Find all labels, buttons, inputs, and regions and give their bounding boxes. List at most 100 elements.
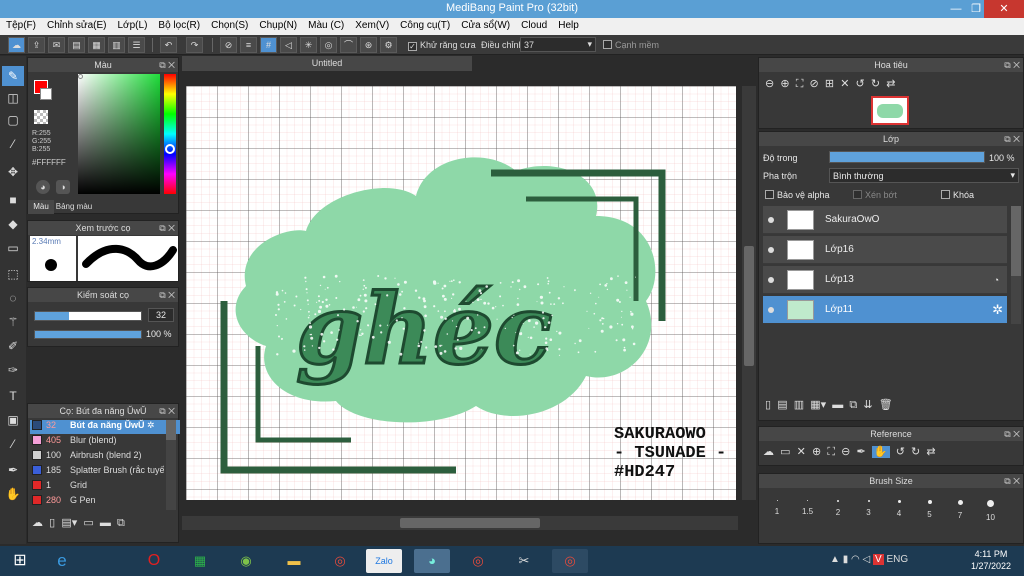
panel-close-icon[interactable]: ⧉ ✕ [1004, 474, 1020, 488]
saturation-value-picker[interactable] [78, 74, 160, 194]
panel-close-icon[interactable]: ⧉ ✕ [159, 288, 175, 302]
redo-icon[interactable]: ↷ [186, 37, 203, 53]
internet-explorer-icon[interactable]: e [44, 549, 80, 573]
gear-icon[interactable]: ✲ [992, 302, 1003, 318]
list-icon[interactable]: ☰ [128, 37, 145, 53]
visibility-icon[interactable] [768, 217, 774, 223]
horizontal-scrollbar[interactable] [182, 516, 738, 530]
select-rect-icon[interactable]: ⬚ [2, 264, 24, 284]
duplicate-icon[interactable]: ⧉ [117, 517, 125, 529]
grid-snap-icon[interactable]: # [260, 37, 277, 53]
fit-icon[interactable]: ⛶ [796, 78, 804, 90]
soft-edge-toggle[interactable]: Cạnh mềm [603, 40, 659, 50]
snipping-tool-icon[interactable]: ✂ [506, 549, 542, 573]
flip-icon[interactable]: ⇄ [886, 78, 895, 90]
brush-list-scrollbar[interactable] [166, 420, 176, 510]
size-value[interactable]: 32 [148, 308, 174, 322]
tray-arrow-icon[interactable]: ▲ [830, 554, 840, 565]
brush-tool-icon[interactable]: ✎ [2, 66, 24, 86]
coccoc-icon[interactable]: ◉ [228, 549, 264, 573]
vertical-scroll-thumb[interactable] [744, 246, 754, 366]
opacity-slider[interactable] [34, 330, 142, 339]
panel-close-icon[interactable]: ⧉ ✕ [159, 404, 175, 418]
drawing-canvas[interactable]: ghéc SAKURAOWO - TSUNADE - #HD247 [186, 86, 736, 500]
background-color-swatch[interactable] [40, 88, 52, 100]
windows-start-icon[interactable]: ⊞ [2, 549, 38, 573]
zalo-icon[interactable]: Zalo [366, 549, 402, 573]
open-folder-icon[interactable]: ▭ [780, 446, 790, 458]
shrink-icon[interactable]: ✕ [840, 78, 849, 90]
brush-item[interactable]: 280 G Pen [30, 495, 180, 509]
brush-size-option[interactable]: 7 [945, 494, 975, 532]
chrome-icon[interactable]: ◎ [322, 549, 358, 573]
rotate-left-icon[interactable]: ↺ [856, 78, 865, 90]
grid-view-icon[interactable]: ▥ [108, 37, 125, 53]
radial-snap-icon[interactable]: ◁ [280, 37, 297, 53]
gradient-tool-icon[interactable]: ▭ [2, 238, 24, 258]
close-icon[interactable]: ✕ [797, 446, 806, 458]
dropper-icon[interactable]: ✒ [2, 460, 24, 480]
brush-size-option[interactable]: 1 [762, 494, 792, 532]
panel-close-icon[interactable]: ⧉ ✕ [1004, 132, 1020, 146]
hand-icon[interactable]: ✋ [871, 446, 890, 458]
edit-brush-icon[interactable]: ▭ [83, 517, 93, 529]
new-layer-icon[interactable]: ▯ [765, 399, 771, 411]
delete-layer-icon[interactable]: 🗑 [879, 399, 893, 411]
cloud-brush-icon[interactable]: ☁ [32, 517, 43, 529]
protect-alpha-toggle[interactable]: Bảo vệ alpha [765, 190, 830, 200]
rectangle-tool-icon[interactable]: ▢ [2, 110, 24, 130]
close-button[interactable]: ✕ [984, 0, 1024, 18]
opera-icon[interactable]: O [136, 549, 172, 573]
palette-icon[interactable]: ◕ [36, 180, 50, 194]
menu-layer[interactable]: Lớp(L) [112, 18, 153, 31]
antialias-toggle[interactable]: ✓ Khử răng cưa [408, 40, 476, 51]
settings-icon[interactable]: ⚙ [380, 37, 397, 53]
gear-icon[interactable]: ✲ [147, 420, 155, 430]
color-wheel-icon[interactable]: ◑ [56, 180, 70, 194]
soft-edge-checkbox[interactable] [603, 40, 612, 49]
vanish-snap-icon[interactable]: ⊛ [360, 37, 377, 53]
menu-view[interactable]: Xem(V) [349, 18, 394, 31]
transparent-swatch[interactable] [34, 110, 48, 124]
adjust-dropdown[interactable]: 37 ▾ [520, 37, 596, 52]
layer-row[interactable]: Lớp13 ◔ [763, 266, 1007, 294]
menu-cloud[interactable]: Cloud [515, 18, 552, 31]
select-pen-icon[interactable]: ✐ [2, 336, 24, 356]
dot-pen-icon[interactable]: ⁄ [2, 134, 24, 154]
magic-wand-icon[interactable]: ⚚ [2, 312, 24, 332]
duplicate-layer-icon[interactable]: ⧉ [849, 399, 857, 411]
new-layer-8bit-icon[interactable]: ▥ [794, 399, 804, 411]
layer-row[interactable]: SakuraOwO [763, 206, 1007, 234]
zoom-in-icon[interactable]: ⊕ [812, 446, 821, 458]
add-layer-menu-icon[interactable]: ▦▾ [810, 399, 826, 411]
visibility-icon[interactable] [768, 277, 774, 283]
tab-color[interactable]: Màu [28, 200, 54, 214]
hand-tool-icon[interactable]: ✋ [2, 484, 24, 504]
menu-help[interactable]: Help [552, 18, 584, 31]
wifi-icon[interactable]: ◠ [851, 554, 860, 565]
rotate-right-icon[interactable]: ↻ [871, 78, 880, 90]
medibang-icon[interactable]: ◕ [414, 549, 450, 573]
cloud-icon[interactable]: ☁ [8, 37, 25, 53]
panel-close-icon[interactable]: ⧉ ✕ [159, 58, 175, 72]
horizontal-scroll-thumb[interactable] [400, 518, 540, 528]
unikey-icon[interactable]: V [872, 554, 884, 565]
blend-mode-dropdown[interactable]: Bình thường ▾ [829, 168, 1019, 183]
brush-size-option[interactable]: 10 [976, 494, 1006, 532]
zoom-out-icon[interactable]: ⊖ [841, 446, 850, 458]
visibility-icon[interactable] [768, 247, 774, 253]
folder-icon[interactable]: ▬ [832, 399, 843, 411]
move-tool-icon[interactable]: ✥ [2, 162, 24, 182]
menu-color[interactable]: Màu (C) [302, 18, 349, 31]
comment-icon[interactable]: ✉ [48, 37, 65, 53]
antialias-checkbox[interactable]: ✓ [408, 42, 417, 51]
chrome-profile-icon[interactable]: ◎ [460, 549, 496, 573]
merge-layer-icon[interactable]: ⇊ [863, 399, 872, 411]
menu-file[interactable]: Tệp(F) [0, 18, 41, 31]
document-icon[interactable]: ▦ [88, 37, 105, 53]
brush-item[interactable]: 32 Bút đa năng ŬwŬ ✲ [30, 420, 180, 434]
text-tool-icon[interactable]: T [2, 386, 24, 406]
lasso-icon[interactable]: ◌ [2, 288, 24, 308]
vertical-scrollbar[interactable] [742, 86, 756, 500]
circle-snap-icon[interactable]: ◎ [320, 37, 337, 53]
